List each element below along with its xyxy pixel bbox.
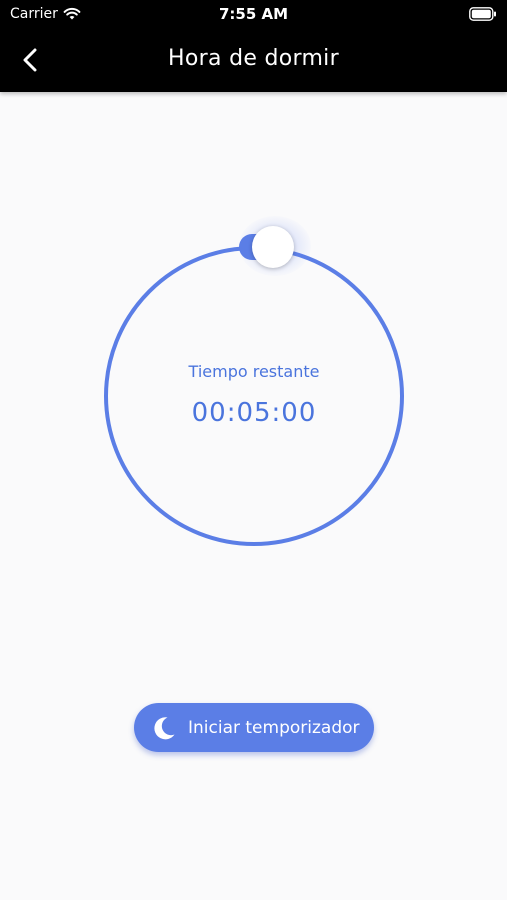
navigation-bar: Hora de dormir	[0, 28, 507, 92]
timer-dial[interactable]: Tiempo restante 00:05:00	[102, 216, 406, 546]
timer-ring	[104, 246, 404, 546]
start-timer-label: Iniciar temporizador	[188, 717, 360, 738]
dial-knob[interactable]	[252, 226, 294, 268]
status-time: 7:55 AM	[218, 5, 289, 23]
battery-indicator	[469, 6, 497, 25]
remaining-label: Tiempo restante	[188, 362, 320, 381]
remaining-time: 00:05:00	[191, 398, 317, 428]
start-timer-button[interactable]: Iniciar temporizador	[134, 703, 374, 752]
page-title: Hora de dormir	[168, 46, 339, 71]
battery-icon	[469, 7, 496, 21]
moon-icon	[154, 716, 175, 739]
status-bar: Carrier 7:55 AM	[0, 0, 507, 28]
